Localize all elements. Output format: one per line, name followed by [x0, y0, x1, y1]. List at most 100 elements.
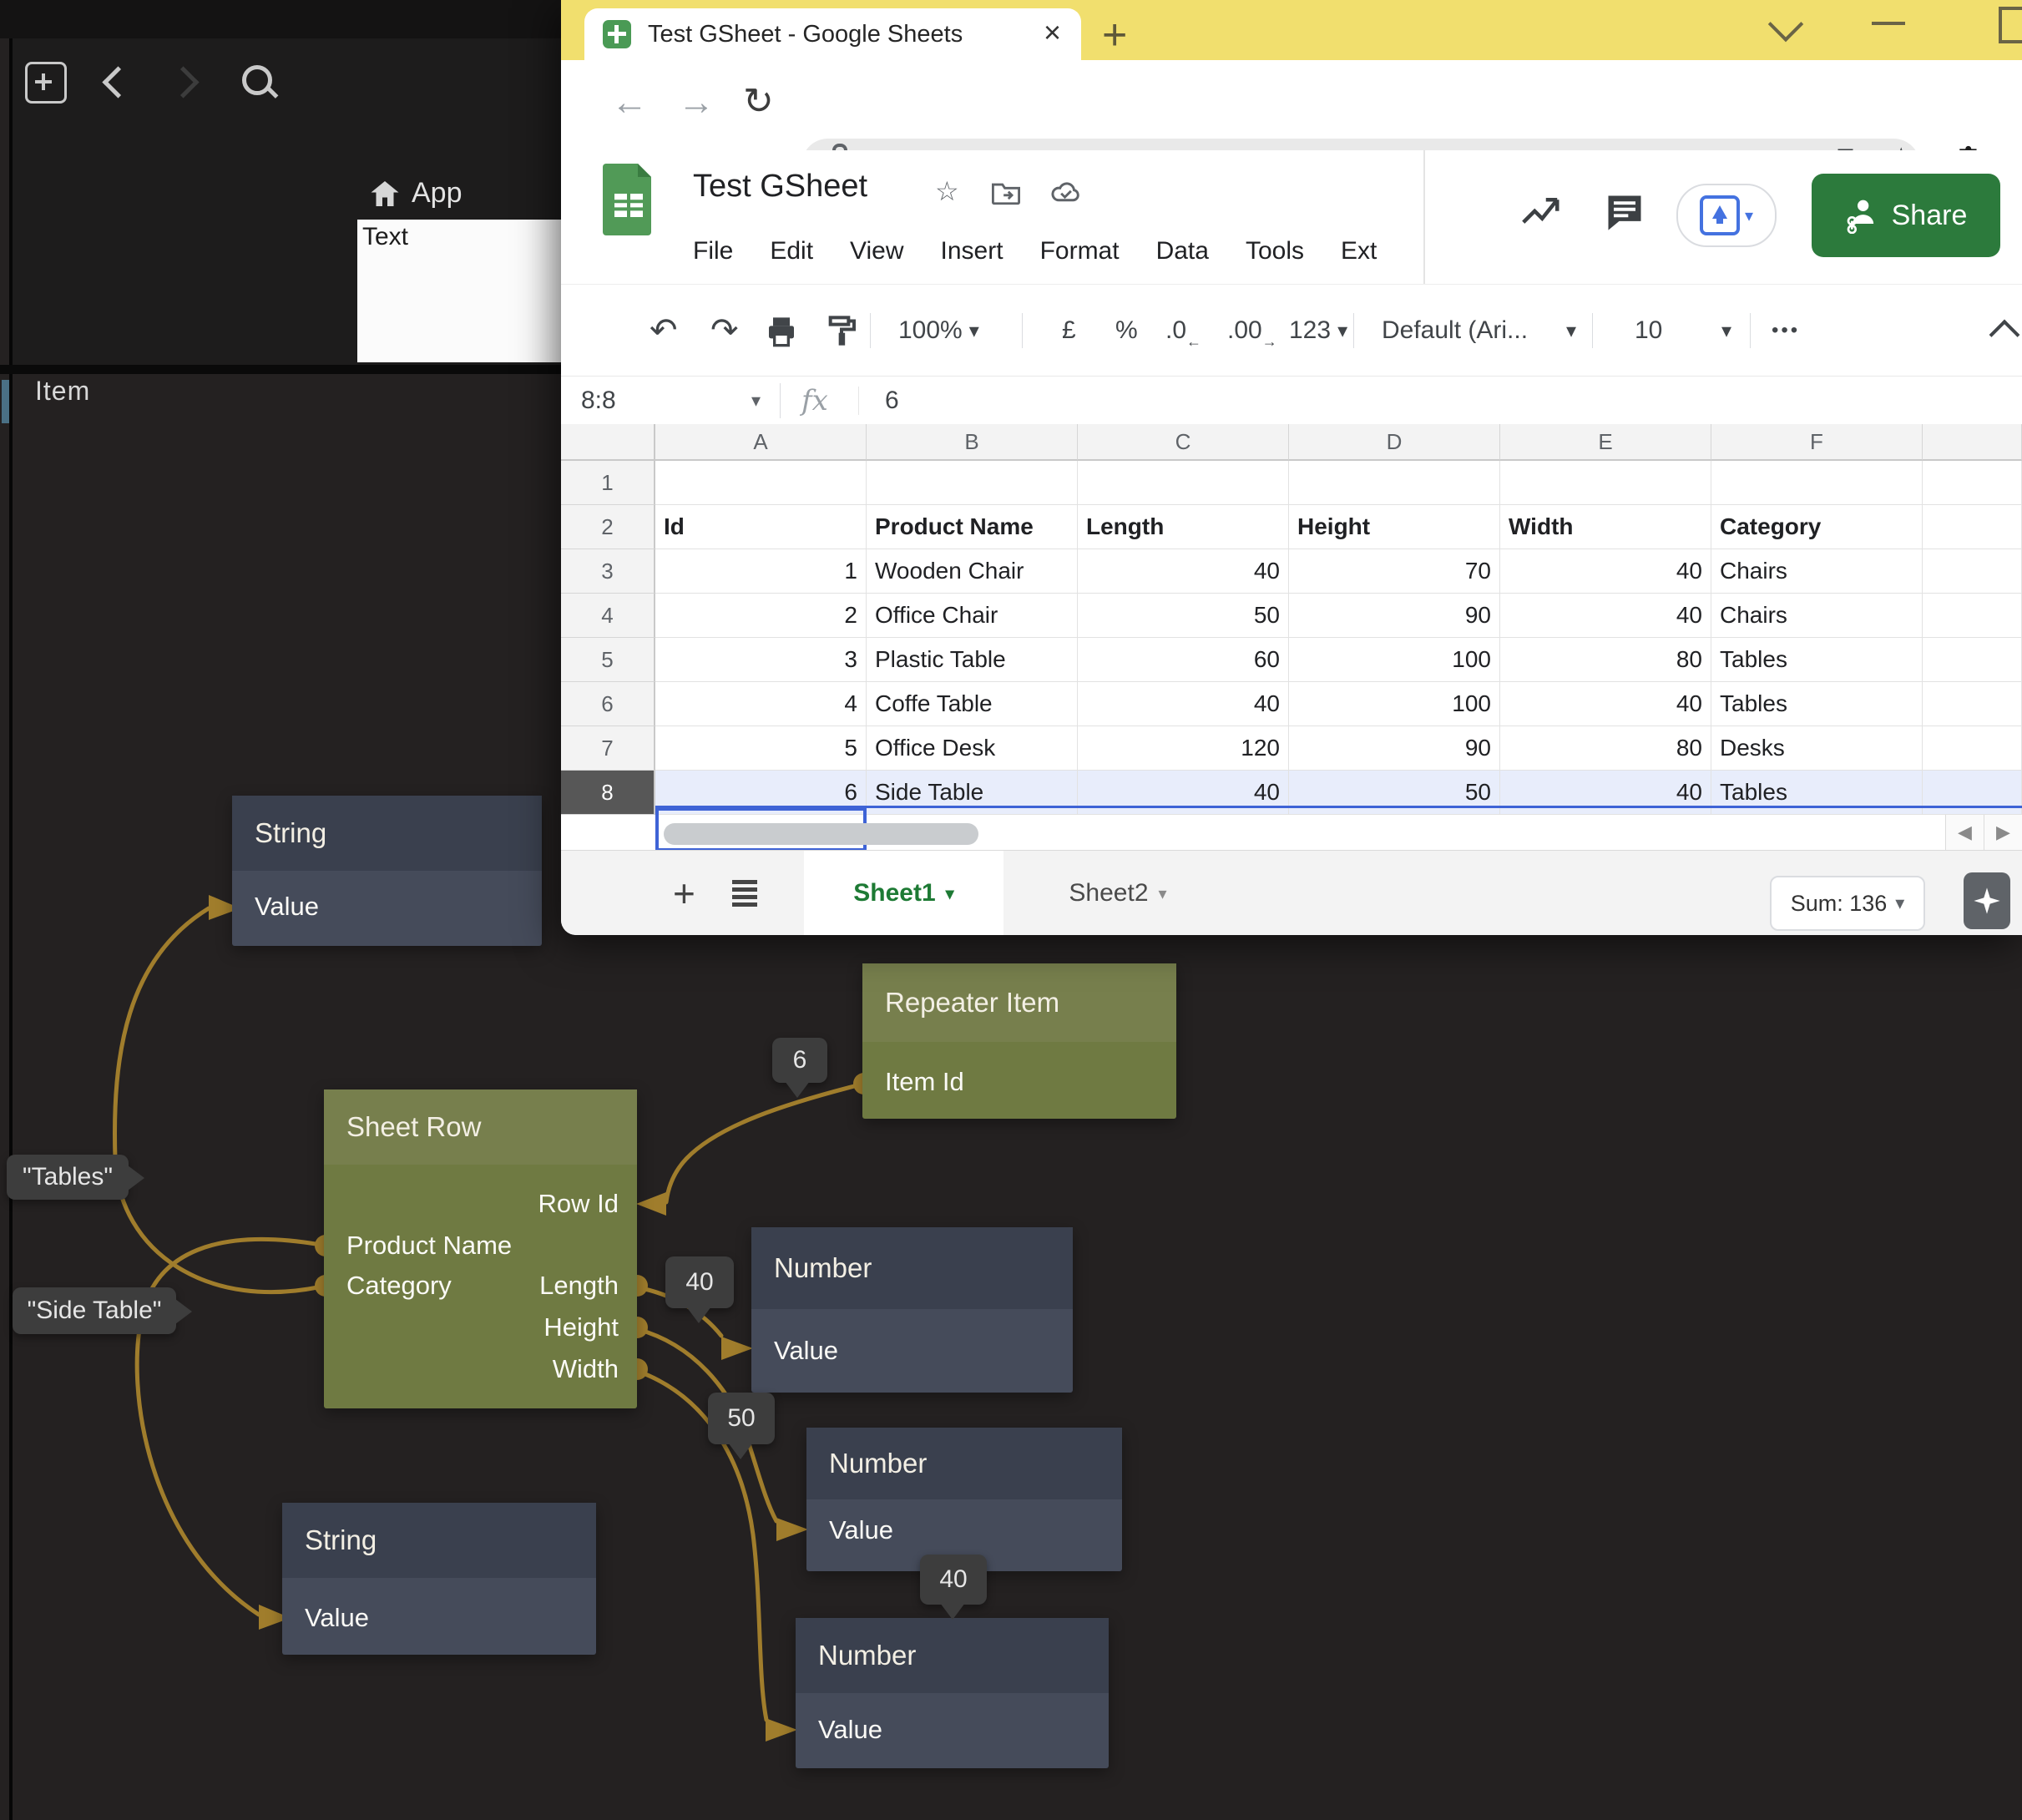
grid-cell[interactable]: Desks	[1711, 726, 1923, 771]
port-height-output[interactable]: Height	[543, 1307, 619, 1347]
comment-icon[interactable]	[1603, 189, 1646, 235]
node-sheet-row[interactable]: Sheet Row Row Id Product Name Category L…	[324, 1089, 637, 1408]
grid-cell[interactable]	[1923, 726, 2022, 771]
grid-cell[interactable]: 40	[1078, 682, 1289, 726]
grid-cell[interactable]	[1923, 638, 2022, 682]
column-header[interactable]: E	[1500, 424, 1711, 461]
grid-cell[interactable]: 90	[1289, 726, 1500, 771]
paint-format-icon[interactable]	[825, 315, 858, 348]
row-header[interactable]: 5	[561, 638, 655, 682]
node-repeater-item[interactable]: Repeater Item Item Id	[862, 963, 1176, 1119]
node-number-3[interactable]: Number Value	[796, 1618, 1109, 1768]
grid-cell[interactable]: 6	[655, 771, 867, 815]
star-doc-icon[interactable]: ☆	[935, 175, 959, 207]
grid-cell[interactable]: 60	[1078, 638, 1289, 682]
grid-cell[interactable]: Coffe Table	[867, 682, 1078, 726]
grid-cell[interactable]: 50	[1289, 771, 1500, 815]
menu-insert[interactable]: Insert	[941, 237, 1003, 265]
grid-cell[interactable]: 90	[1289, 594, 1500, 638]
port-value-input[interactable]: Value	[818, 1710, 882, 1750]
port-length-output[interactable]: Length	[539, 1266, 619, 1306]
column-header[interactable]: D	[1289, 424, 1500, 461]
all-sheets-icon[interactable]	[730, 879, 760, 907]
increase-decimal-icon[interactable]: .00→	[1227, 285, 1277, 377]
new-tab-icon[interactable]: +	[1102, 10, 1127, 60]
row-header[interactable]: 8	[561, 771, 655, 815]
menu-extensions[interactable]: Ext	[1341, 237, 1377, 265]
grid-cell[interactable]	[1923, 461, 2022, 505]
grid-cell[interactable]: Tables	[1711, 638, 1923, 682]
browser-tab[interactable]: Test GSheet - Google Sheets ×	[584, 8, 1081, 60]
grid-cell[interactable]: Wooden Chair	[867, 549, 1078, 594]
column-header[interactable]: C	[1078, 424, 1289, 461]
grid-cell[interactable]	[655, 461, 867, 505]
grid-cell[interactable]	[867, 461, 1078, 505]
grid-cell[interactable]: Tables	[1711, 682, 1923, 726]
row-header[interactable]: 2	[561, 505, 655, 549]
grid-cell[interactable]: 40	[1500, 594, 1711, 638]
node-string-2[interactable]: String Value	[282, 1503, 596, 1655]
port-value-input[interactable]: Value	[774, 1331, 838, 1371]
grid-cell[interactable]: 100	[1289, 638, 1500, 682]
port-row-id-input[interactable]: Row Id	[538, 1184, 619, 1224]
add-sheet-icon[interactable]: +	[673, 851, 695, 935]
grid-cell[interactable]	[1923, 505, 2022, 549]
grid-cell[interactable]	[1289, 461, 1500, 505]
grid-cell[interactable]: Category	[1711, 505, 1923, 549]
zoom-select[interactable]: 100%▾	[898, 285, 979, 377]
grid-cell[interactable]: 80	[1500, 638, 1711, 682]
menu-view[interactable]: View	[850, 237, 903, 265]
font-size-caret[interactable]: ▾	[1715, 285, 1731, 377]
column-header[interactable]	[1923, 424, 2022, 461]
menu-format[interactable]: Format	[1040, 237, 1120, 265]
tab-sheet2[interactable]: Sheet2▾	[1039, 851, 1197, 935]
grid-cell[interactable]: Length	[1078, 505, 1289, 549]
version-history-icon[interactable]	[1518, 190, 1563, 235]
menu-data[interactable]: Data	[1156, 237, 1209, 265]
port-value-input[interactable]: Value	[305, 1598, 369, 1638]
grid-cell[interactable]: 2	[655, 594, 867, 638]
scroll-right-icon[interactable]: ▶	[1984, 815, 2022, 850]
column-header[interactable]: F	[1711, 424, 1923, 461]
grid-cell[interactable]: 100	[1289, 682, 1500, 726]
grid-cell[interactable]: Id	[655, 505, 867, 549]
grid-cell[interactable]: Office Chair	[867, 594, 1078, 638]
grid-cell[interactable]: 40	[1500, 771, 1711, 815]
grid-cell[interactable]: Plastic Table	[867, 638, 1078, 682]
grid-cell[interactable]	[1711, 461, 1923, 505]
tab-close-icon[interactable]: ×	[1044, 15, 1061, 50]
font-select[interactable]: Default (Ari...	[1382, 285, 1537, 377]
format-percent-icon[interactable]: %	[1115, 285, 1138, 377]
more-formats-select[interactable]: 123▾	[1289, 285, 1347, 377]
browser-back-icon[interactable]: ←	[611, 82, 648, 124]
grid-cell[interactable]: Height	[1289, 505, 1500, 549]
grid-cell[interactable]: 40	[1078, 771, 1289, 815]
grid-cell[interactable]	[1923, 771, 2022, 815]
grid-cell[interactable]: 5	[655, 726, 867, 771]
menu-tools[interactable]: Tools	[1246, 237, 1304, 265]
grid-cell[interactable]: Office Desk	[867, 726, 1078, 771]
port-product-name-output[interactable]: Product Name	[346, 1226, 512, 1266]
redo-icon[interactable]: ↷	[710, 285, 739, 377]
node-number-1[interactable]: Number Value	[751, 1227, 1073, 1393]
grid-cell[interactable]: 4	[655, 682, 867, 726]
present-button[interactable]: ▾	[1676, 184, 1777, 247]
move-folder-icon[interactable]	[992, 180, 1020, 205]
node-number-2[interactable]: Number Value	[806, 1428, 1122, 1571]
grid-cell[interactable]	[1500, 461, 1711, 505]
grid-cell[interactable]: Tables	[1711, 771, 1923, 815]
share-button[interactable]: Share	[1812, 174, 2000, 257]
grid-cell[interactable]: 120	[1078, 726, 1289, 771]
grid-cell[interactable]: 3	[655, 638, 867, 682]
doc-title[interactable]: Test GSheet	[693, 169, 867, 205]
grid-cell[interactable]: Product Name	[867, 505, 1078, 549]
grid-cell[interactable]	[1078, 461, 1289, 505]
row-header[interactable]: 1	[561, 461, 655, 505]
sum-indicator[interactable]: Sum: 136▾	[1770, 876, 1925, 931]
grid-cell[interactable]: 80	[1500, 726, 1711, 771]
format-currency-icon[interactable]: £	[1062, 285, 1076, 377]
grid-cell[interactable]: 1	[655, 549, 867, 594]
window-maximize-icon[interactable]	[1999, 7, 2022, 43]
port-value-input[interactable]: Value	[829, 1510, 893, 1550]
grid-cell[interactable]	[1923, 549, 2022, 594]
